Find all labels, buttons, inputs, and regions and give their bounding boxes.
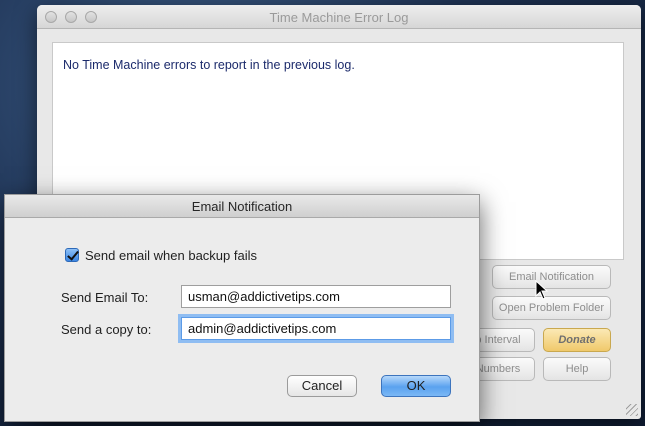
email-notification-button[interactable]: Email Notification [492,265,611,289]
dialog-title: Email Notification [5,195,479,218]
window-titlebar: Time Machine Error Log [37,5,641,29]
copy-to-input[interactable] [181,317,451,340]
send-to-input[interactable] [181,285,451,308]
resize-grip-icon[interactable] [626,404,638,416]
mouse-cursor-icon [535,280,549,300]
send-to-label: Send Email To: [61,290,149,305]
email-notification-dialog: Email Notification Send email when backu… [4,194,480,422]
open-problem-folder-button[interactable]: Open Problem Folder [492,296,611,320]
window-title: Time Machine Error Log [269,10,409,25]
send-email-checkbox-label[interactable]: Send email when backup fails [85,248,257,263]
help-button[interactable]: Help [543,357,611,381]
ok-button[interactable]: OK [381,375,451,397]
send-email-checkbox[interactable] [65,248,79,262]
donate-button[interactable]: Donate [543,328,611,352]
log-message: No Time Machine errors to report in the … [63,58,355,72]
send-email-checkbox-row[interactable]: Send email when backup fails [65,247,257,263]
copy-to-label: Send a copy to: [61,322,152,337]
cancel-button[interactable]: Cancel [287,375,357,397]
